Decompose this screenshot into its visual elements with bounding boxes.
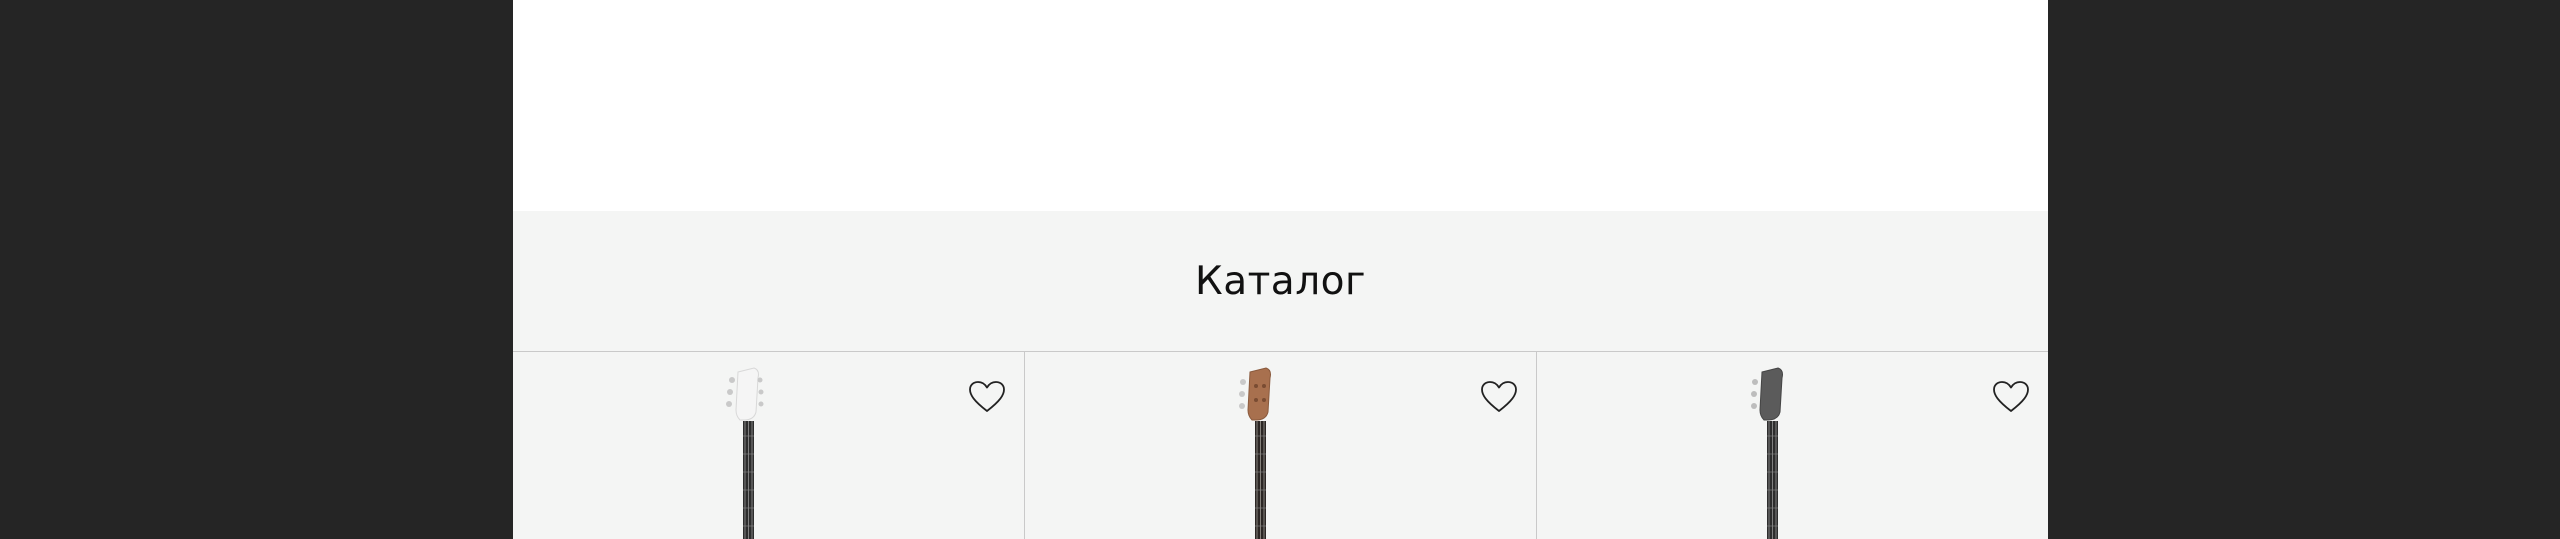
heart-outline-icon[interactable] <box>1992 380 2030 414</box>
catalog-title: Каталог <box>513 211 2048 352</box>
catalog-section: Каталог <box>513 211 2048 539</box>
page-container: Каталог <box>513 0 2048 539</box>
hero-area <box>513 0 2048 211</box>
product-image-brown-guitar[interactable] <box>1230 366 1290 539</box>
heart-outline-icon[interactable] <box>968 380 1006 414</box>
product-card[interactable] <box>1537 352 2048 539</box>
product-image-white-guitar[interactable] <box>718 366 778 539</box>
product-card[interactable] <box>513 352 1025 539</box>
product-card[interactable] <box>1025 352 1537 539</box>
heart-outline-icon[interactable] <box>1480 380 1518 414</box>
product-grid <box>513 352 2048 539</box>
product-image-gray-guitar[interactable] <box>1742 366 1802 539</box>
